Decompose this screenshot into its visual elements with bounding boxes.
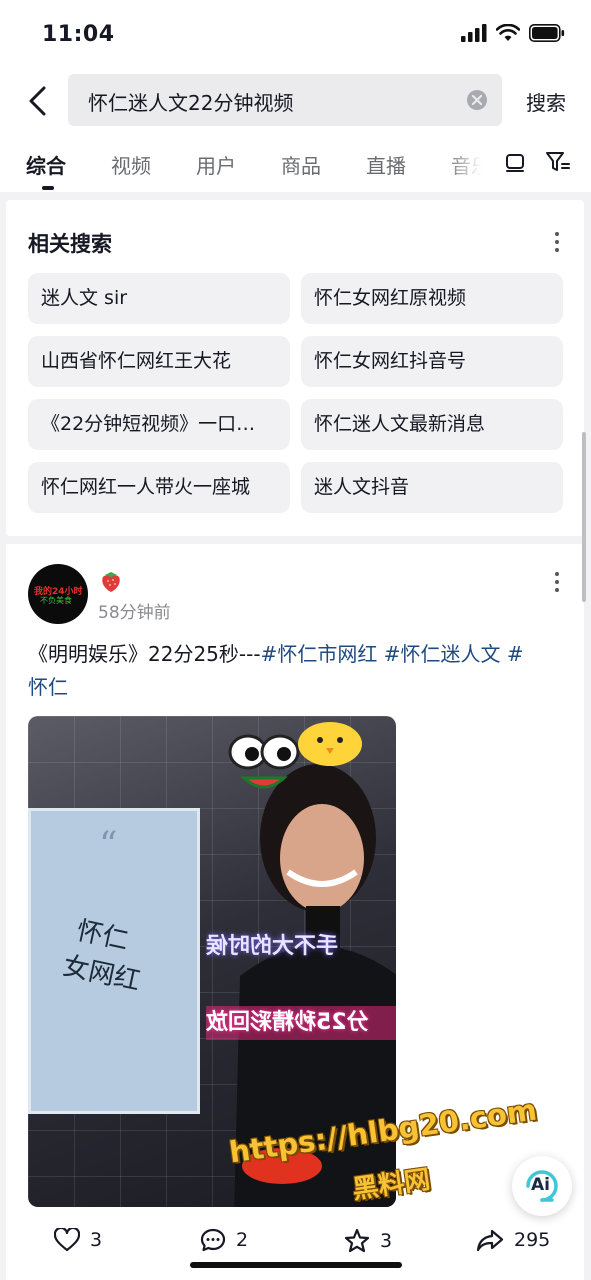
author-avatar[interactable]: 我的24小时 不负美食 [28, 564, 88, 624]
filter-icon[interactable] [545, 150, 571, 174]
related-search-item[interactable]: 迷人文 sir [28, 273, 290, 324]
tab-comprehensive[interactable]: 综合 [26, 150, 66, 179]
tabs-fade [445, 146, 497, 180]
status-bar: 11:04 [0, 0, 591, 70]
tab-products[interactable]: 商品 [281, 150, 321, 179]
thumbnail-document: “ 怀仁 女网红 [28, 808, 200, 1114]
cellular-signal-icon [461, 24, 487, 42]
battery-icon [529, 24, 565, 42]
like-count: 3 [90, 1229, 103, 1251]
comment-icon [200, 1228, 226, 1252]
heart-icon [54, 1228, 80, 1252]
strawberry-icon[interactable] [98, 568, 124, 594]
scrollbar[interactable] [582, 432, 586, 602]
related-search-item[interactable]: 怀仁女网红原视频 [301, 273, 563, 324]
ai-assistant-button[interactable]: Ai [512, 1156, 572, 1216]
wifi-icon [496, 24, 520, 41]
hashtag[interactable]: 怀仁 [28, 675, 68, 699]
related-search-item[interactable]: 怀仁迷人文最新消息 [301, 399, 563, 450]
ai-label: Ai [531, 1175, 550, 1195]
related-search-item[interactable]: 怀仁女网红抖音号 [301, 336, 563, 387]
clear-icon[interactable] [466, 89, 488, 111]
search-header: 怀仁迷人文22分钟视频 搜索 [0, 70, 591, 132]
star-icon [344, 1228, 370, 1253]
back-arrow-icon[interactable] [24, 84, 54, 118]
favorite-button[interactable]: 3 [344, 1228, 392, 1254]
status-icons [461, 24, 565, 42]
active-tab-indicator [42, 186, 54, 190]
related-searches-card: 相关搜索 迷人文 sir 怀仁女网红原视频 山西省怀仁网红王大花 怀仁女网红抖音… [6, 200, 584, 536]
home-indicator[interactable] [190, 1262, 402, 1268]
hashtag[interactable]: #怀仁迷人文 [384, 642, 501, 666]
related-search-item[interactable]: 怀仁网红一人带火一座城 [28, 462, 290, 513]
favorite-count: 3 [380, 1230, 393, 1252]
avatar-subtext: 不负美食 [40, 596, 72, 605]
more-options-icon[interactable] [554, 232, 560, 252]
doc-text-line: 女网红 [60, 951, 143, 997]
comment-button[interactable]: 2 [200, 1228, 248, 1252]
search-query: 怀仁迷人文22分钟视频 [88, 91, 294, 115]
related-search-item[interactable]: 山西省怀仁网红王大花 [28, 336, 290, 387]
post-caption[interactable]: 《明明娱乐》22分25秒---#怀仁市网红 #怀仁迷人文 # 怀仁 [28, 638, 568, 704]
share-count: 295 [514, 1229, 551, 1251]
layout-toggle-icon[interactable] [503, 150, 527, 174]
related-searches-title: 相关搜索 [28, 232, 112, 256]
tab-users[interactable]: 用户 [196, 150, 236, 179]
hashtag[interactable]: # [507, 642, 524, 666]
caption-text: 《明明娱乐》22分25秒--- [28, 642, 261, 666]
post-more-icon[interactable] [554, 572, 560, 592]
chick-sticker-icon [298, 722, 362, 766]
search-input[interactable]: 怀仁迷人文22分钟视频 [68, 74, 502, 126]
status-time: 11:04 [42, 22, 115, 47]
overlay-banner-text: 手不大的时候 [206, 934, 339, 959]
tab-live[interactable]: 直播 [366, 150, 406, 179]
post-card: 我的24小时 不负美食 58分钟前 《明明娱乐》22分25秒---#怀仁市网红 … [6, 544, 584, 1280]
related-search-item[interactable]: 《22分钟短视频》一口… [28, 399, 290, 450]
share-icon [476, 1229, 504, 1252]
search-button[interactable]: 搜索 [526, 87, 566, 116]
post-time: 58分钟前 [98, 603, 171, 623]
related-search-item[interactable]: 迷人文抖音 [301, 462, 563, 513]
hashtag[interactable]: #怀仁市网红 [261, 642, 378, 666]
tab-videos[interactable]: 视频 [111, 150, 151, 179]
comment-count: 2 [236, 1229, 249, 1251]
overlay-banner-text: 分25秒精彩回放 [206, 1006, 396, 1040]
share-button[interactable]: 295 [476, 1228, 550, 1252]
quote-icon: “ [99, 825, 118, 866]
like-button[interactable]: 3 [54, 1228, 102, 1252]
